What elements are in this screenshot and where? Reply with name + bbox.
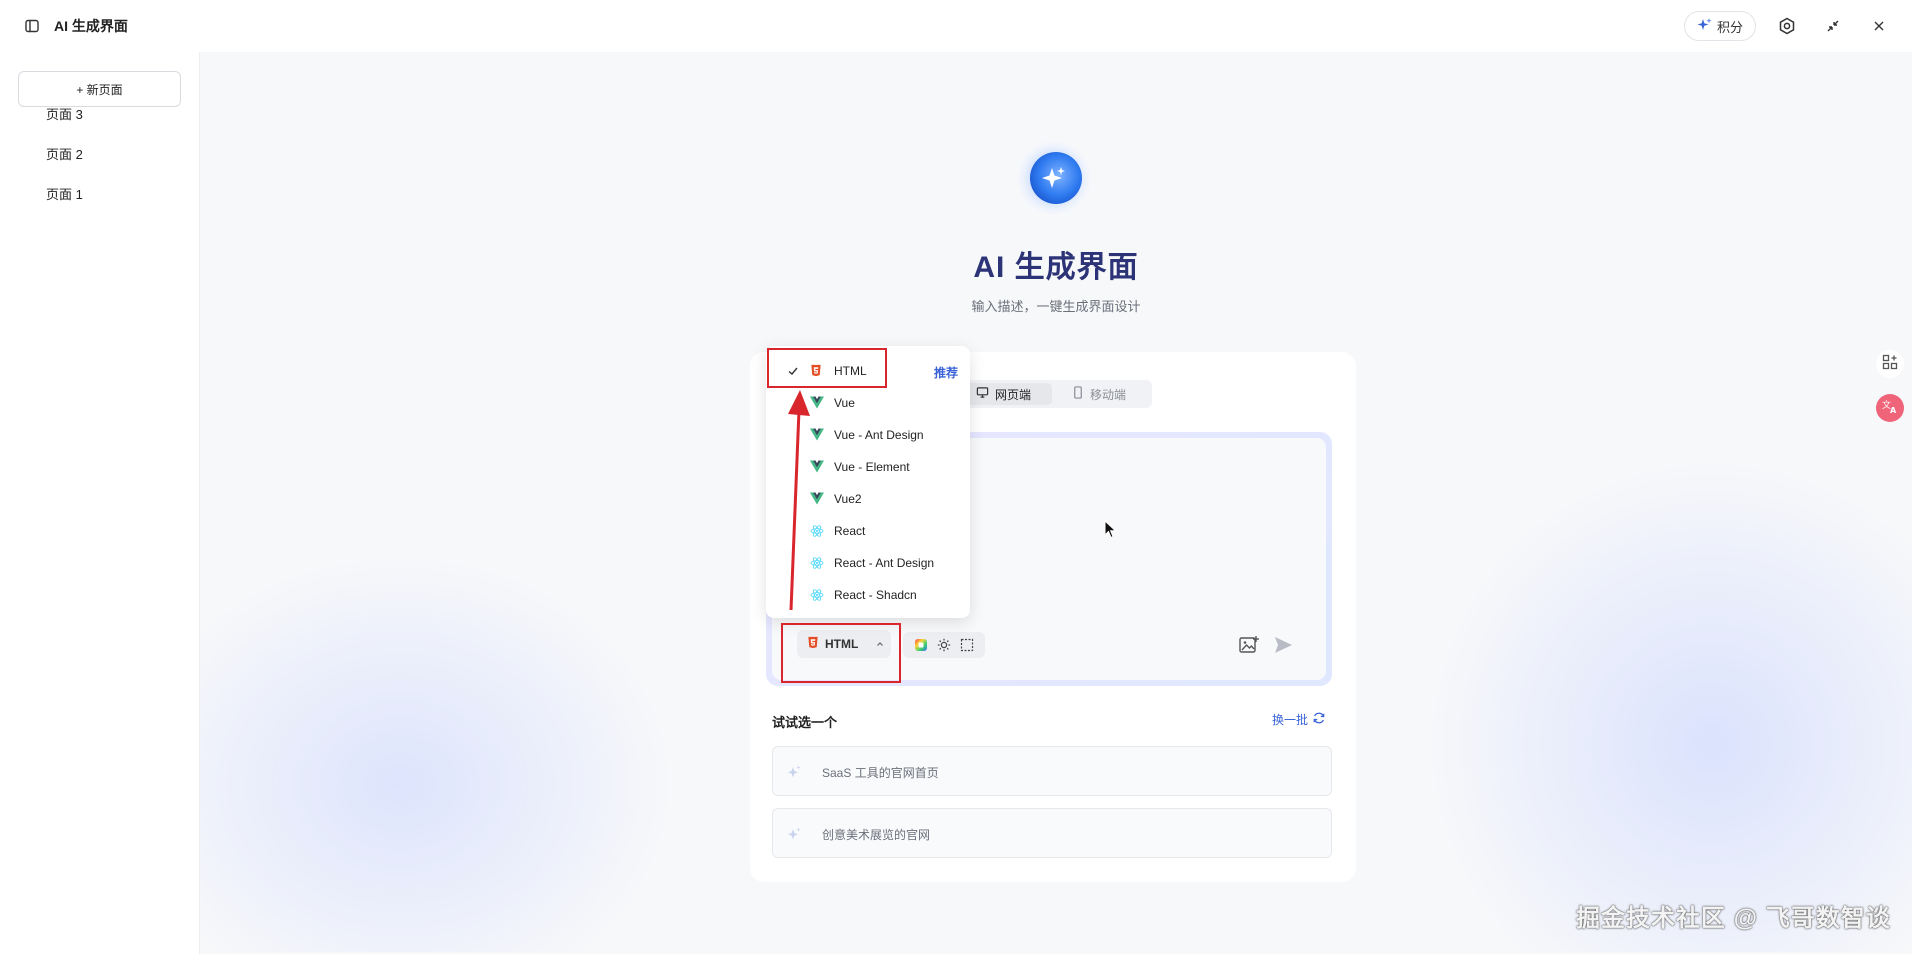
mouse-cursor-icon xyxy=(1104,520,1117,539)
points-label: 积分 xyxy=(1716,19,1743,35)
refresh-icon xyxy=(1312,711,1326,728)
style-tools xyxy=(903,632,985,658)
app-title: AI 生成界面 xyxy=(54,18,128,34)
select-area-icon[interactable] xyxy=(959,637,975,653)
framework-option-label: React xyxy=(834,524,866,538)
suggestion-label: SaaS 工具的官网首页 xyxy=(822,766,939,780)
tab-mobile-label: 移动端 xyxy=(1090,387,1127,402)
sidebar-item-page-1[interactable]: 页面 1 xyxy=(46,184,83,203)
color-palette-icon[interactable] xyxy=(913,637,929,653)
sidebar-toggle-icon[interactable] xyxy=(24,18,40,34)
tab-web-label: 网页端 xyxy=(995,387,1032,402)
sun-icon[interactable] xyxy=(936,637,952,653)
suggestion-item[interactable]: 创意美术展览的官网 xyxy=(772,808,1332,858)
sidebar: + 新页面 页面 3 页面 2 页面 1 xyxy=(0,52,200,954)
tab-mobile[interactable]: 移动端 xyxy=(1062,383,1150,405)
monitor-icon xyxy=(976,386,989,402)
sparkle-icon xyxy=(1697,17,1713,36)
framework-option-label: Vue - Ant Design xyxy=(834,428,924,442)
refresh-label: 换一批 xyxy=(1272,713,1309,727)
framework-option-label: Vue2 xyxy=(834,492,862,506)
hero-subtitle: 输入描述，一键生成界面设计 xyxy=(971,299,1141,314)
apps-grid-icon xyxy=(1882,354,1898,375)
framework-option-label: React - Shadcn xyxy=(834,588,917,602)
suggestion-label: 创意美术展览的官网 xyxy=(822,828,931,842)
send-icon[interactable] xyxy=(1272,634,1294,656)
points-button[interactable]: 积分 xyxy=(1684,11,1756,41)
framework-option-label: Vue - Element xyxy=(834,460,910,474)
framework-option-label: Vue xyxy=(834,396,855,410)
annotation-arrow-icon xyxy=(788,390,810,611)
add-image-icon[interactable] xyxy=(1238,634,1260,656)
suggestions-heading: 试试选一个 xyxy=(772,715,838,730)
title-bar: AI 生成界面 积分 xyxy=(0,0,1912,52)
tab-web[interactable]: 网页端 xyxy=(966,383,1052,405)
framework-option-label: React - Ant Design xyxy=(834,556,935,570)
background-glow xyxy=(200,532,700,952)
settings-icon[interactable] xyxy=(1777,16,1797,36)
phone-icon xyxy=(1072,386,1084,402)
refresh-suggestions-button[interactable]: 换一批 xyxy=(1272,711,1326,728)
suggestion-item[interactable]: SaaS 工具的官网首页 xyxy=(772,746,1332,796)
annotation-box-html-option xyxy=(767,348,887,388)
sparkle-icon xyxy=(785,763,803,781)
translate-icon: 文A xyxy=(1881,397,1899,420)
annotation-box-framework-select xyxy=(781,623,901,683)
collapse-window-icon[interactable] xyxy=(1823,16,1843,36)
new-page-button[interactable]: + 新页面 xyxy=(18,71,181,107)
hero-title: AI 生成界面 xyxy=(973,251,1139,284)
sidebar-item-page-2[interactable]: 页面 2 xyxy=(46,144,83,163)
apps-grid-button[interactable] xyxy=(1876,350,1904,378)
close-icon[interactable] xyxy=(1869,16,1889,36)
sidebar-item-page-3[interactable]: 页面 3 xyxy=(46,104,83,123)
device-switch: 网页端 移动端 xyxy=(966,380,1152,408)
sparkle-icon xyxy=(785,825,803,843)
svg-text:A: A xyxy=(1890,406,1897,415)
ai-logo xyxy=(1014,138,1094,218)
main-area: AI 生成界面 输入描述，一键生成界面设计 网页端 移动端 能 HTML xyxy=(200,52,1912,954)
background-glow xyxy=(1400,432,1912,952)
translate-button[interactable]: 文A xyxy=(1876,394,1904,422)
watermark: 掘金技术社区 @ 飞哥数智谈 xyxy=(1576,905,1891,932)
recommended-badge: 推荐 xyxy=(933,366,958,380)
